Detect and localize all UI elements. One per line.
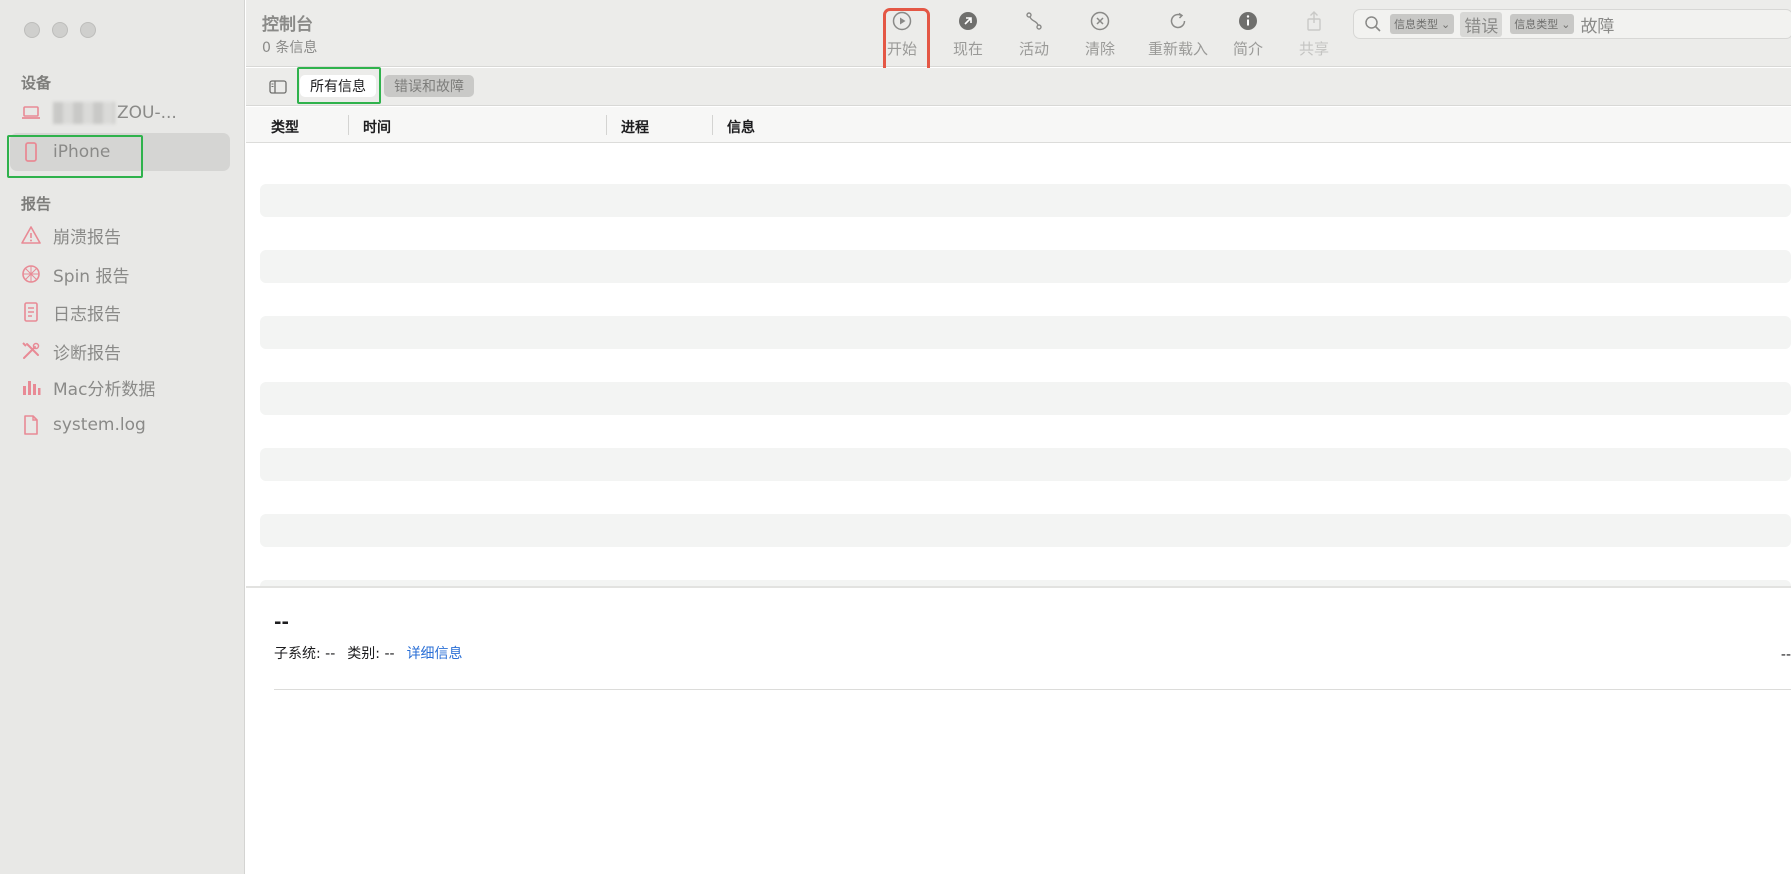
message-type-token-2[interactable]: 信息类型 ⌄ bbox=[1510, 14, 1575, 34]
split-divider[interactable] bbox=[246, 586, 1791, 588]
category-value: 类别: -- bbox=[347, 646, 395, 662]
token-type-label: 信息类型 bbox=[1394, 18, 1438, 31]
chevron-down-icon: ⌄ bbox=[1441, 17, 1451, 31]
share-icon bbox=[1307, 11, 1321, 31]
close-button[interactable] bbox=[24, 22, 40, 38]
document-icon bbox=[20, 301, 42, 323]
file-icon bbox=[20, 414, 42, 436]
reload-label: 重新载入 bbox=[1147, 40, 1208, 58]
activity-icon bbox=[1026, 12, 1042, 30]
sidebar-item-label: 日志报告 bbox=[53, 304, 121, 325]
toolbar: 控制台 0 条信息 开始 现在 活动 清除 重新载入 简介 共享 信息类型 ⌄ … bbox=[246, 0, 1791, 78]
sidebar-item-crash-reports[interactable]: 崩溃报告 bbox=[10, 216, 230, 254]
sidebar-item-label: 崩溃报告 bbox=[53, 227, 121, 248]
detail-title: -- bbox=[274, 612, 289, 633]
empty-row bbox=[260, 448, 1791, 481]
info-button[interactable]: 简介 bbox=[1213, 10, 1283, 59]
activity-label: 活动 bbox=[1018, 40, 1049, 58]
detail-pane: -- 子系统: -- 类别: -- 详细信息 -- bbox=[274, 612, 1791, 663]
title-block: 控制台 0 条信息 bbox=[262, 10, 317, 57]
empty-row bbox=[260, 316, 1791, 349]
start-button[interactable]: 开始 bbox=[867, 10, 937, 59]
filter-bar: 所有信息 错误和故障 bbox=[246, 67, 1791, 106]
console-window: 设备 ZOU-... iPhone 报告 崩溃报告 Spin 报告 日志报告 诊… bbox=[0, 0, 1791, 874]
laptop-icon bbox=[20, 102, 42, 124]
sidebar-item-system-log[interactable]: system.log bbox=[10, 406, 230, 444]
warning-icon bbox=[20, 224, 42, 246]
devices-section-label: 设备 bbox=[21, 74, 52, 92]
now-label: 现在 bbox=[952, 40, 983, 58]
clear-icon bbox=[1090, 11, 1110, 31]
redacted-device-name bbox=[53, 102, 115, 124]
chart-icon bbox=[20, 376, 42, 398]
empty-row bbox=[260, 382, 1791, 415]
share-label: 共享 bbox=[1298, 40, 1329, 58]
spin-icon bbox=[20, 263, 42, 285]
message-type-token[interactable]: 信息类型 ⌄ bbox=[1390, 14, 1455, 34]
column-divider[interactable] bbox=[606, 115, 607, 135]
log-table-header: 类型 时间 进程 信息 bbox=[246, 107, 1791, 143]
sidebar-item-label: iPhone bbox=[53, 142, 111, 162]
column-type[interactable]: 类型 bbox=[271, 117, 299, 137]
token-type-label: 信息类型 bbox=[1514, 18, 1559, 31]
now-button[interactable]: 现在 bbox=[933, 10, 1003, 59]
column-time[interactable]: 时间 bbox=[363, 117, 391, 137]
phone-icon bbox=[20, 141, 42, 163]
sidebar-item-mac-analytics[interactable]: Mac分析数据 bbox=[10, 368, 230, 406]
empty-row bbox=[260, 514, 1791, 547]
activity-button[interactable]: 活动 bbox=[999, 10, 1069, 59]
main-panel: 控制台 0 条信息 开始 现在 活动 清除 重新载入 简介 共享 信息类型 ⌄ … bbox=[246, 0, 1791, 874]
column-process[interactable]: 进程 bbox=[621, 117, 649, 137]
details-link[interactable]: 详细信息 bbox=[407, 643, 463, 663]
reports-section-label: 报告 bbox=[21, 195, 52, 213]
window-controls bbox=[24, 22, 96, 38]
sidebar-item-label: Mac分析数据 bbox=[53, 379, 156, 400]
subsystem-value: 子系统: -- bbox=[274, 646, 336, 662]
sidebar-item-label: Spin 报告 bbox=[53, 266, 130, 287]
search-field[interactable]: 信息类型 ⌄ 错误 信息类型 ⌄ 故障 bbox=[1353, 9, 1791, 39]
clear-label: 清除 bbox=[1084, 40, 1115, 58]
fault-token[interactable]: 故障 bbox=[1580, 12, 1614, 37]
start-label: 开始 bbox=[886, 40, 917, 58]
sidebar-item-log-reports[interactable]: 日志报告 bbox=[10, 293, 230, 331]
clear-button[interactable]: 清除 bbox=[1065, 10, 1135, 59]
detail-meta: 子系统: -- 类别: -- 详细信息 bbox=[274, 643, 1791, 663]
play-icon bbox=[892, 11, 912, 31]
sidebar-item-diagnostic-reports[interactable]: 诊断报告 bbox=[10, 332, 230, 370]
sidebar-item-iphone[interactable]: iPhone bbox=[10, 133, 230, 171]
filter-errors-faults[interactable]: 错误和故障 bbox=[384, 75, 474, 97]
sidebar-item-label: 诊断报告 bbox=[53, 343, 121, 364]
tools-icon bbox=[20, 340, 42, 362]
jump-to-now-icon bbox=[959, 12, 977, 30]
sidebar-toggle-icon[interactable] bbox=[269, 79, 287, 98]
filter-all-messages[interactable]: 所有信息 bbox=[300, 75, 376, 97]
empty-row bbox=[260, 184, 1791, 217]
message-count: 0 条信息 bbox=[262, 40, 318, 56]
zoom-button[interactable] bbox=[80, 22, 96, 38]
minimize-button[interactable] bbox=[52, 22, 68, 38]
search-icon bbox=[1365, 16, 1381, 32]
reload-icon bbox=[1170, 12, 1186, 29]
info-icon bbox=[1239, 12, 1257, 30]
sidebar: 设备 ZOU-... iPhone 报告 崩溃报告 Spin 报告 日志报告 诊… bbox=[0, 0, 245, 874]
sidebar-item-spin-reports[interactable]: Spin 报告 bbox=[10, 255, 230, 293]
share-button[interactable]: 共享 bbox=[1279, 10, 1349, 59]
sidebar-item-mac[interactable]: ZOU-... bbox=[10, 94, 230, 132]
detail-right-value: -- bbox=[1780, 647, 1791, 663]
reload-button[interactable]: 重新载入 bbox=[1138, 10, 1218, 59]
window-title: 控制台 bbox=[262, 15, 313, 35]
column-divider[interactable] bbox=[712, 115, 713, 135]
column-message[interactable]: 信息 bbox=[727, 117, 755, 137]
chevron-down-icon: ⌄ bbox=[1561, 17, 1571, 31]
info-label: 简介 bbox=[1232, 40, 1263, 58]
empty-row bbox=[260, 250, 1791, 283]
column-divider[interactable] bbox=[348, 115, 349, 135]
sidebar-item-label: ZOU-... bbox=[117, 103, 177, 123]
error-token[interactable]: 错误 bbox=[1460, 11, 1503, 37]
log-table-body bbox=[260, 144, 1791, 586]
sidebar-item-label: system.log bbox=[53, 415, 146, 435]
detail-divider bbox=[274, 689, 1791, 690]
